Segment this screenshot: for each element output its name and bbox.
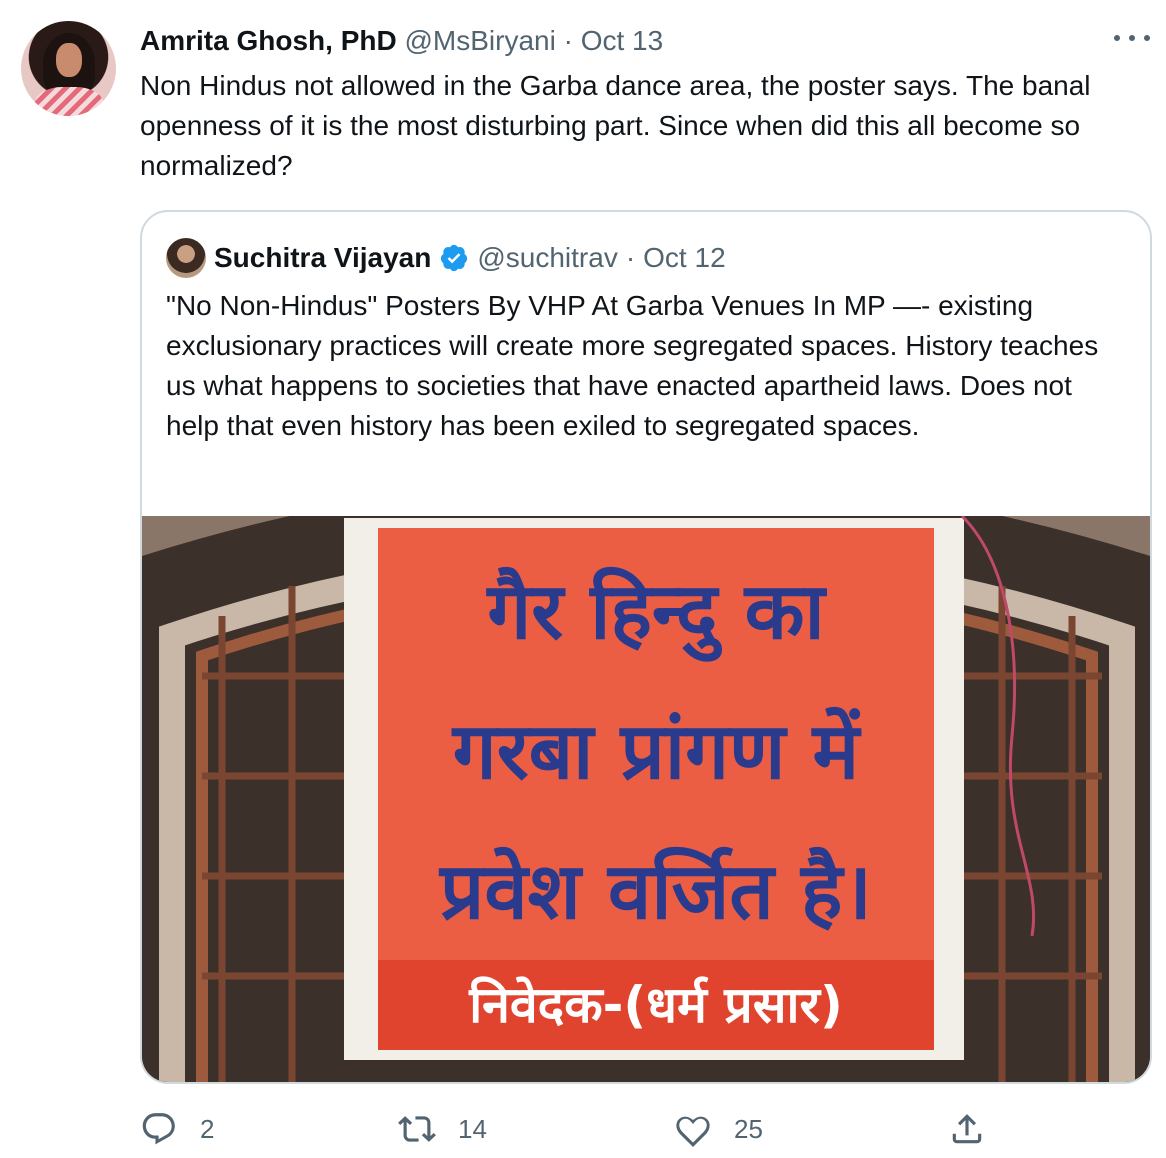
separator-dot: · [563,25,573,56]
author-name[interactable]: Amrita Ghosh, PhD [140,25,397,56]
quoted-tweet-media[interactable]: गैर हिन्दु का गरबा प्रांगण में प्रवेश वर… [142,516,1150,1082]
tweet-date[interactable]: Oct 13 [581,25,663,56]
quoted-tweet-text: "No Non-Hindus" Posters By VHP At Garba … [166,290,1099,441]
retweet-count: 14 [458,1113,487,1144]
reply-count: 2 [200,1113,215,1144]
reply-button[interactable]: 2 [140,1104,214,1154]
like-count: 25 [734,1113,763,1144]
poster-line-1: गैर हिन्दु का [485,566,827,662]
poster-line-2: गरबा प्रांगण में [451,706,862,797]
quoted-author-avatar[interactable] [166,238,206,278]
tweet[interactable]: Amrita Ghosh, PhD @MsBiryani · Oct 13 No… [0,0,1166,1158]
share-button[interactable] [948,1104,1008,1154]
quoted-author-name[interactable]: Suchitra Vijayan [214,242,431,274]
share-icon [952,1114,982,1144]
retweet-icon [398,1116,436,1142]
more-horizontal-icon[interactable] [1114,26,1150,50]
poster-line-3: प्रवेश वर्जित है। [438,846,872,937]
like-button[interactable]: 25 [674,1104,763,1154]
quoted-tweet-header: Suchitra Vijayan @suchitrav · Oct 12 [166,238,726,278]
poster-photo: गैर हिन्दु का गरबा प्रांगण में प्रवेश वर… [142,516,1150,1082]
poster-footer: निवेदक-(धर्म प्रसार) [468,976,843,1034]
author-handle[interactable]: @MsBiryani [404,25,555,56]
quoted-tweet-date[interactable]: Oct 12 [643,242,725,274]
quoted-author-handle[interactable]: @suchitrav [477,242,617,274]
verified-badge-icon [441,244,468,272]
tweet-text: Non Hindus not allowed in the Garba danc… [140,70,1091,181]
separator-dot: · [625,242,636,273]
reply-icon [142,1113,175,1145]
author-avatar[interactable] [21,21,116,116]
tweet-header: Amrita Ghosh, PhD @MsBiryani · Oct 13 [140,24,663,58]
tweet-actions: 2 14 25 [140,1104,1152,1154]
heart-icon [676,1116,710,1147]
quoted-tweet[interactable]: Suchitra Vijayan @suchitrav · Oct 12 "No… [140,210,1152,1084]
retweet-button[interactable]: 14 [398,1104,487,1154]
